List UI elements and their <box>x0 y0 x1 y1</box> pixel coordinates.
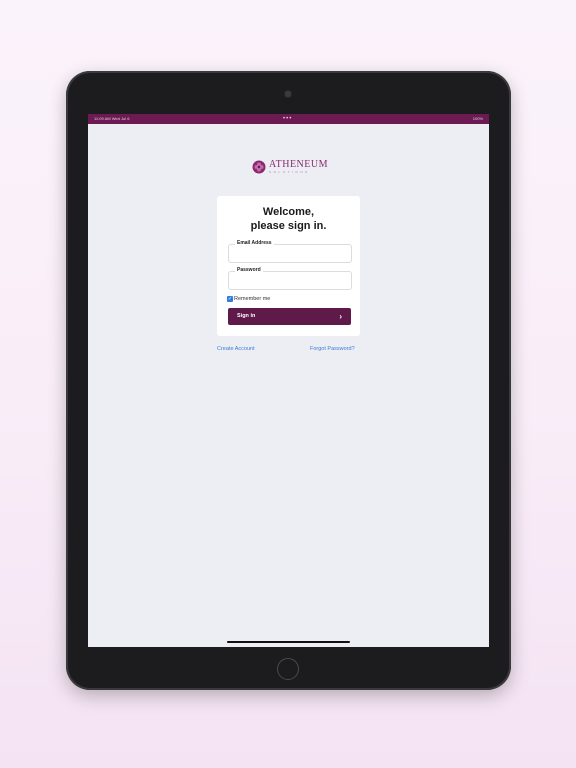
email-label: Email Address <box>235 240 274 247</box>
logo-title: ATHENEUM <box>269 159 328 170</box>
password-label: Password <box>235 267 263 274</box>
welcome-heading-line2: please sign in. <box>250 220 327 232</box>
camera <box>285 91 291 97</box>
logo-subtitle: SOLUTIONS <box>269 170 310 174</box>
remember-me-checkbox[interactable]: ✓ <box>227 296 233 302</box>
email-field[interactable]: Email Address <box>228 240 352 263</box>
password-field[interactable]: Password <box>228 267 352 290</box>
signin-card: Welcome, please sign in. Email Address P… <box>217 196 360 336</box>
app-screen: 11:09 AM Wed Jul 6 ••• 100% ATHENEUM SOL… <box>88 114 489 647</box>
welcome-heading-line1: Welcome, <box>262 206 315 218</box>
forgot-password-link[interactable]: Forgot Password? <box>310 346 355 352</box>
create-account-link[interactable]: Create Account <box>217 346 255 352</box>
remember-me-label: Remember me <box>234 296 271 302</box>
chevron-right-icon: › <box>339 312 342 321</box>
status-time: 11:09 AM Wed Jul 6 <box>94 116 130 121</box>
logo-flower-icon <box>252 160 266 174</box>
sign-in-button[interactable]: Sign in › <box>228 308 351 325</box>
home-indicator <box>227 641 350 643</box>
tablet-frame: 11:09 AM Wed Jul 6 ••• 100% ATHENEUM SOL… <box>66 71 511 690</box>
remember-me[interactable]: ✓ Remember me <box>227 296 270 302</box>
sign-in-label: Sign in <box>237 313 256 319</box>
home-button[interactable] <box>277 658 299 680</box>
logo: ATHENEUM SOLUTIONS <box>252 160 328 174</box>
battery-status: 100% <box>472 116 483 121</box>
status-bar: 11:09 AM Wed Jul 6 ••• 100% <box>88 114 489 124</box>
multitasking-dots-icon[interactable]: ••• <box>283 114 292 124</box>
